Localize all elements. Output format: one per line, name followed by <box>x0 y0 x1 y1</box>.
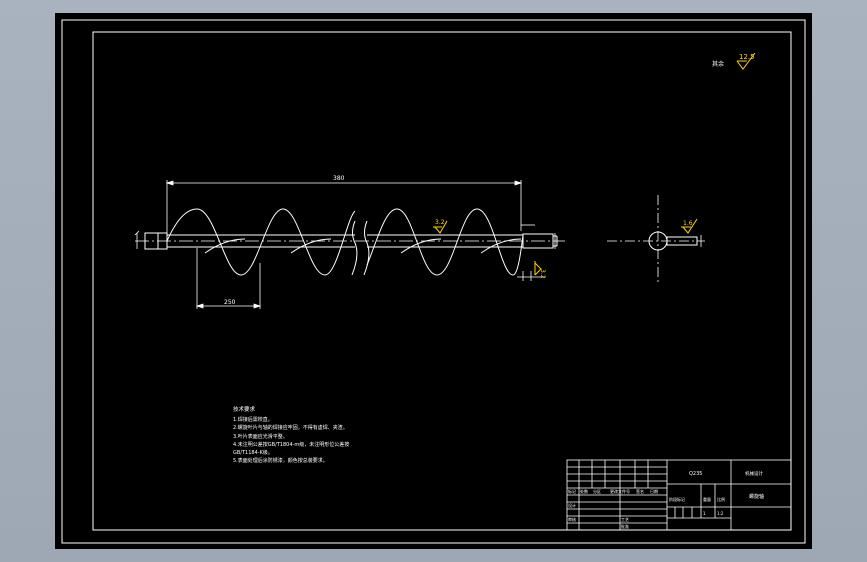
process-label: 工艺 <box>621 517 629 522</box>
header-cell: 处数 <box>580 488 588 494</box>
default-roughness-value: 12.5 <box>739 53 755 61</box>
scale-value: 1:2 <box>717 511 724 516</box>
note-line: 2.螺旋叶片与轴的焊接应牢固，不得有虚焊、夹渣。 <box>233 424 348 431</box>
note-line: 3.叶片表面应光滑平整。 <box>233 433 288 440</box>
default-roughness-symbol: 其余 12.5 <box>712 52 756 70</box>
note-line: 1.焊接后需校直。 <box>233 416 273 423</box>
overall-length-text: 380 <box>333 175 345 182</box>
flight-roughness-value: 3.2 <box>435 219 445 226</box>
pitch-text: 250 <box>224 299 236 306</box>
notes-heading: 技术要求 <box>233 405 256 413</box>
helix-flight-right <box>366 208 524 276</box>
note-line: 4.未注明公差按GB/T1804-m级，未注明形位公差按 <box>233 441 349 448</box>
title-block-text: 标记 处数 分区 更改文件号 签名 日期 设计 审核 工艺 批准 Q235 阶段… <box>568 470 764 529</box>
cad-viewport[interactable]: 其余 12.5 380 250 3.2 3.2 1.6 技术要求 1.焊接后需校… <box>55 13 812 549</box>
company-text: 机械设计 <box>745 470 763 477</box>
reviewer-label: 审核 <box>568 516 576 522</box>
flight-roughness-symbol: 3.2 <box>433 219 448 234</box>
shaft-section-view <box>607 195 705 283</box>
other-roughness-label: 其余 <box>712 60 724 68</box>
technical-requirements: 技术要求 1.焊接后需校直。 2.螺旋叶片与轴的焊接应牢固，不得有虚焊、夹渣。 … <box>233 405 349 464</box>
designer-label: 设计 <box>568 502 576 508</box>
header-cell: 标记 <box>568 488 576 494</box>
approve-label: 批准 <box>621 523 629 529</box>
header-cell: 分区 <box>593 488 601 494</box>
left-end-dimension <box>134 230 140 249</box>
break-line-left <box>351 220 358 276</box>
shaft-end-roughness-value: 3.2 <box>539 269 546 279</box>
overall-length-dimension <box>165 180 523 233</box>
header-cell: 签名 <box>636 488 644 494</box>
material-text: Q235 <box>689 471 702 477</box>
section-roughness-symbol: 1.6 <box>681 218 698 234</box>
engineering-drawing: 其余 12.5 380 250 3.2 3.2 1.6 技术要求 1.焊接后需校… <box>61 19 806 544</box>
right-end-dimension <box>517 224 556 281</box>
inner-frame-border <box>92 31 792 531</box>
scale-label: 比例 <box>717 496 725 502</box>
sheet-value: 1 <box>703 511 706 516</box>
break-line-right <box>363 220 370 276</box>
weight-label: 重量 <box>703 496 711 502</box>
header-cell: 更改文件号 <box>610 488 630 494</box>
header-cell: 日期 <box>650 488 658 494</box>
part-name-text: 螺旋轴 <box>749 493 764 500</box>
outer-sheet-border <box>61 19 806 544</box>
note-line: GB/T1184-K级。 <box>233 449 273 456</box>
helix-flight-left <box>166 208 356 276</box>
shaft-end-roughness-symbol: 3.2 <box>534 261 546 279</box>
note-line: 5.表面处理后涂防锈漆，颜色按总装要求。 <box>233 457 328 464</box>
screw-shaft-main-view <box>144 208 558 276</box>
stage-label: 阶段标记 <box>669 496 685 502</box>
section-roughness-value: 1.6 <box>683 220 693 227</box>
